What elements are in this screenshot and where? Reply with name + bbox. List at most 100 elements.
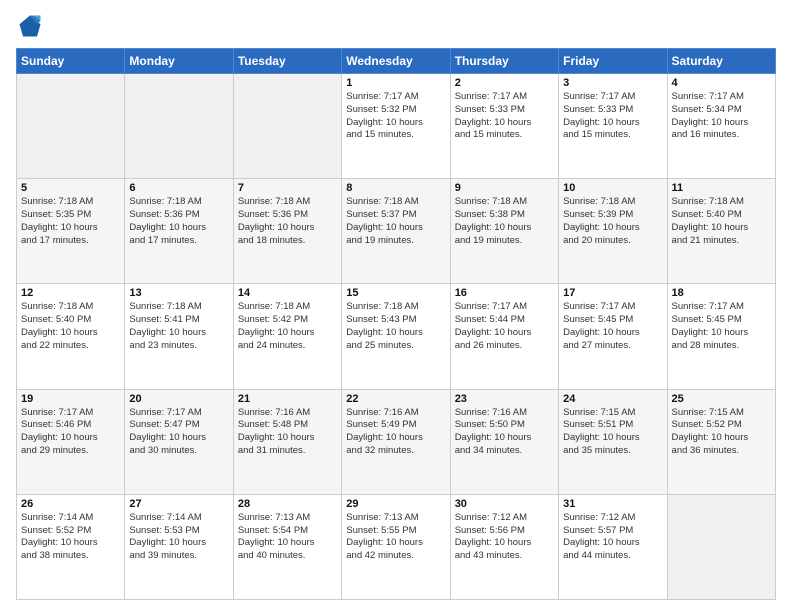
day-info: Sunrise: 7:15 AM Sunset: 5:52 PM Dayligh… bbox=[672, 407, 771, 458]
day-info: Sunrise: 7:18 AM Sunset: 5:43 PM Dayligh… bbox=[346, 301, 445, 352]
calendar-cell: 6 Sunrise: 7:18 AM Sunset: 5:36 PM Daylig… bbox=[125, 179, 233, 284]
day-number: 10 bbox=[563, 182, 662, 194]
day-number: 12 bbox=[21, 287, 120, 299]
calendar-week-5: 26 Sunrise: 7:14 AM Sunset: 5:52 PM Dayli… bbox=[17, 494, 776, 599]
day-number: 3 bbox=[563, 77, 662, 89]
day-number: 9 bbox=[455, 182, 554, 194]
day-info: Sunrise: 7:18 AM Sunset: 5:40 PM Dayligh… bbox=[21, 301, 120, 352]
calendar-week-1: 1 Sunrise: 7:17 AM Sunset: 5:32 PM Daylig… bbox=[17, 74, 776, 179]
day-info: Sunrise: 7:15 AM Sunset: 5:51 PM Dayligh… bbox=[563, 407, 662, 458]
calendar-cell: 30Sunrise: 7:12 AM Sunset: 5:56 PM Dayli… bbox=[450, 494, 558, 599]
calendar-cell: 18 Sunrise: 7:17 AM Sunset: 5:45 PM Dayli… bbox=[667, 284, 775, 389]
calendar-cell: 8 Sunrise: 7:18 AM Sunset: 5:37 PM Daylig… bbox=[342, 179, 450, 284]
calendar-cell: 1 Sunrise: 7:17 AM Sunset: 5:32 PM Daylig… bbox=[342, 74, 450, 179]
day-number: 28 bbox=[238, 498, 337, 510]
calendar-cell: 25Sunrise: 7:15 AM Sunset: 5:52 PM Dayli… bbox=[667, 389, 775, 494]
day-info: Sunrise: 7:18 AM Sunset: 5:38 PM Dayligh… bbox=[455, 196, 554, 247]
calendar-cell bbox=[125, 74, 233, 179]
day-number: 2 bbox=[455, 77, 554, 89]
calendar-cell: 10 Sunrise: 7:18 AM Sunset: 5:39 PM Dayli… bbox=[559, 179, 667, 284]
calendar-body: 1 Sunrise: 7:17 AM Sunset: 5:32 PM Daylig… bbox=[17, 74, 776, 600]
day-info: Sunrise: 7:12 AM Sunset: 5:57 PM Dayligh… bbox=[563, 512, 662, 563]
day-info: Sunrise: 7:18 AM Sunset: 5:36 PM Dayligh… bbox=[238, 196, 337, 247]
day-number: 22 bbox=[346, 393, 445, 405]
day-info: Sunrise: 7:14 AM Sunset: 5:52 PM Dayligh… bbox=[21, 512, 120, 563]
calendar-table: SundayMondayTuesdayWednesdayThursdayFrid… bbox=[16, 48, 776, 600]
weekday-header-sunday: Sunday bbox=[17, 49, 125, 74]
day-info: Sunrise: 7:17 AM Sunset: 5:33 PM Dayligh… bbox=[563, 91, 662, 142]
calendar-cell: 24 Sunrise: 7:15 AM Sunset: 5:51 PM Dayli… bbox=[559, 389, 667, 494]
calendar-cell: 28 Sunrise: 7:13 AM Sunset: 5:54 PM Dayli… bbox=[233, 494, 341, 599]
logo bbox=[16, 12, 48, 40]
day-number: 4 bbox=[672, 77, 771, 89]
calendar-cell: 31Sunrise: 7:12 AM Sunset: 5:57 PM Dayli… bbox=[559, 494, 667, 599]
calendar-header: SundayMondayTuesdayWednesdayThursdayFrid… bbox=[17, 49, 776, 74]
day-number: 24 bbox=[563, 393, 662, 405]
calendar-cell: 29 Sunrise: 7:13 AM Sunset: 5:55 PM Dayli… bbox=[342, 494, 450, 599]
day-number: 6 bbox=[129, 182, 228, 194]
day-number: 17 bbox=[563, 287, 662, 299]
day-info: Sunrise: 7:17 AM Sunset: 5:46 PM Dayligh… bbox=[21, 407, 120, 458]
calendar-cell: 7 Sunrise: 7:18 AM Sunset: 5:36 PM Daylig… bbox=[233, 179, 341, 284]
day-info: Sunrise: 7:18 AM Sunset: 5:42 PM Dayligh… bbox=[238, 301, 337, 352]
calendar-week-3: 12 Sunrise: 7:18 AM Sunset: 5:40 PM Dayli… bbox=[17, 284, 776, 389]
day-number: 14 bbox=[238, 287, 337, 299]
day-number: 11 bbox=[672, 182, 771, 194]
day-info: Sunrise: 7:17 AM Sunset: 5:45 PM Dayligh… bbox=[672, 301, 771, 352]
day-number: 26 bbox=[21, 498, 120, 510]
day-number: 29 bbox=[346, 498, 445, 510]
day-number: 13 bbox=[129, 287, 228, 299]
calendar-cell: 15 Sunrise: 7:18 AM Sunset: 5:43 PM Dayli… bbox=[342, 284, 450, 389]
day-number: 8 bbox=[346, 182, 445, 194]
day-info: Sunrise: 7:17 AM Sunset: 5:45 PM Dayligh… bbox=[563, 301, 662, 352]
calendar-cell: 26 Sunrise: 7:14 AM Sunset: 5:52 PM Dayli… bbox=[17, 494, 125, 599]
day-info: Sunrise: 7:17 AM Sunset: 5:32 PM Dayligh… bbox=[346, 91, 445, 142]
day-number: 15 bbox=[346, 287, 445, 299]
weekday-header-saturday: Saturday bbox=[667, 49, 775, 74]
day-number: 7 bbox=[238, 182, 337, 194]
calendar-cell: 23Sunrise: 7:16 AM Sunset: 5:50 PM Dayli… bbox=[450, 389, 558, 494]
calendar-cell: 14 Sunrise: 7:18 AM Sunset: 5:42 PM Dayli… bbox=[233, 284, 341, 389]
day-number: 20 bbox=[129, 393, 228, 405]
calendar-cell bbox=[667, 494, 775, 599]
calendar-cell: 13Sunrise: 7:18 AM Sunset: 5:41 PM Dayli… bbox=[125, 284, 233, 389]
calendar-cell: 4 Sunrise: 7:17 AM Sunset: 5:34 PM Daylig… bbox=[667, 74, 775, 179]
calendar-cell: 16 Sunrise: 7:17 AM Sunset: 5:44 PM Dayli… bbox=[450, 284, 558, 389]
weekday-header-friday: Friday bbox=[559, 49, 667, 74]
day-info: Sunrise: 7:13 AM Sunset: 5:55 PM Dayligh… bbox=[346, 512, 445, 563]
day-info: Sunrise: 7:18 AM Sunset: 5:39 PM Dayligh… bbox=[563, 196, 662, 247]
calendar-cell: 5 Sunrise: 7:18 AM Sunset: 5:35 PM Daylig… bbox=[17, 179, 125, 284]
day-info: Sunrise: 7:17 AM Sunset: 5:44 PM Dayligh… bbox=[455, 301, 554, 352]
day-info: Sunrise: 7:14 AM Sunset: 5:53 PM Dayligh… bbox=[129, 512, 228, 563]
day-info: Sunrise: 7:16 AM Sunset: 5:50 PM Dayligh… bbox=[455, 407, 554, 458]
day-number: 21 bbox=[238, 393, 337, 405]
calendar-cell: 19 Sunrise: 7:17 AM Sunset: 5:46 PM Dayli… bbox=[17, 389, 125, 494]
day-number: 16 bbox=[455, 287, 554, 299]
day-info: Sunrise: 7:13 AM Sunset: 5:54 PM Dayligh… bbox=[238, 512, 337, 563]
day-number: 5 bbox=[21, 182, 120, 194]
logo-icon bbox=[16, 12, 44, 40]
day-number: 18 bbox=[672, 287, 771, 299]
header bbox=[16, 12, 776, 40]
day-info: Sunrise: 7:12 AM Sunset: 5:56 PM Dayligh… bbox=[455, 512, 554, 563]
page: SundayMondayTuesdayWednesdayThursdayFrid… bbox=[0, 0, 792, 612]
weekday-header-thursday: Thursday bbox=[450, 49, 558, 74]
day-info: Sunrise: 7:17 AM Sunset: 5:34 PM Dayligh… bbox=[672, 91, 771, 142]
calendar-cell: 21Sunrise: 7:16 AM Sunset: 5:48 PM Dayli… bbox=[233, 389, 341, 494]
day-number: 1 bbox=[346, 77, 445, 89]
weekday-header-tuesday: Tuesday bbox=[233, 49, 341, 74]
calendar-cell bbox=[233, 74, 341, 179]
day-info: Sunrise: 7:17 AM Sunset: 5:33 PM Dayligh… bbox=[455, 91, 554, 142]
day-info: Sunrise: 7:18 AM Sunset: 5:35 PM Dayligh… bbox=[21, 196, 120, 247]
calendar-cell: 2 Sunrise: 7:17 AM Sunset: 5:33 PM Daylig… bbox=[450, 74, 558, 179]
calendar-cell: 27Sunrise: 7:14 AM Sunset: 5:53 PM Dayli… bbox=[125, 494, 233, 599]
day-info: Sunrise: 7:18 AM Sunset: 5:36 PM Dayligh… bbox=[129, 196, 228, 247]
calendar-cell: 17 Sunrise: 7:17 AM Sunset: 5:45 PM Dayli… bbox=[559, 284, 667, 389]
day-info: Sunrise: 7:18 AM Sunset: 5:37 PM Dayligh… bbox=[346, 196, 445, 247]
calendar-cell: 11Sunrise: 7:18 AM Sunset: 5:40 PM Dayli… bbox=[667, 179, 775, 284]
calendar-week-2: 5 Sunrise: 7:18 AM Sunset: 5:35 PM Daylig… bbox=[17, 179, 776, 284]
calendar-cell: 12 Sunrise: 7:18 AM Sunset: 5:40 PM Dayli… bbox=[17, 284, 125, 389]
weekday-header-row: SundayMondayTuesdayWednesdayThursdayFrid… bbox=[17, 49, 776, 74]
calendar-cell: 22Sunrise: 7:16 AM Sunset: 5:49 PM Dayli… bbox=[342, 389, 450, 494]
day-number: 19 bbox=[21, 393, 120, 405]
